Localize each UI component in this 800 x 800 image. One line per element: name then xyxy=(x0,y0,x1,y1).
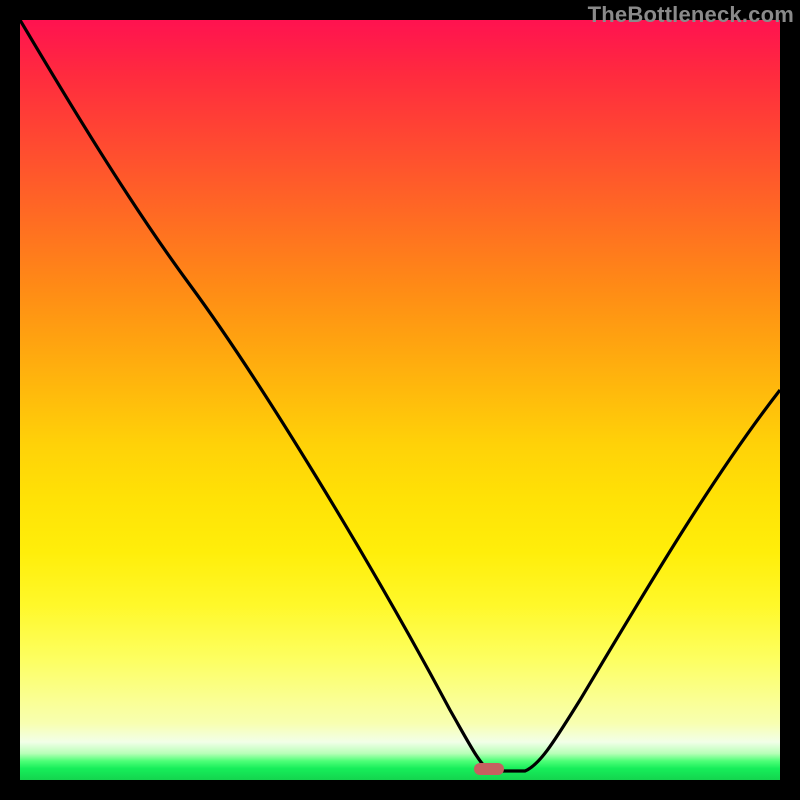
curve-layer-svg xyxy=(20,20,780,780)
optimum-marker xyxy=(474,763,504,775)
bottleneck-curve xyxy=(20,20,780,771)
chart-container: TheBottleneck.com xyxy=(0,0,800,800)
watermark-text: TheBottleneck.com xyxy=(588,2,794,28)
